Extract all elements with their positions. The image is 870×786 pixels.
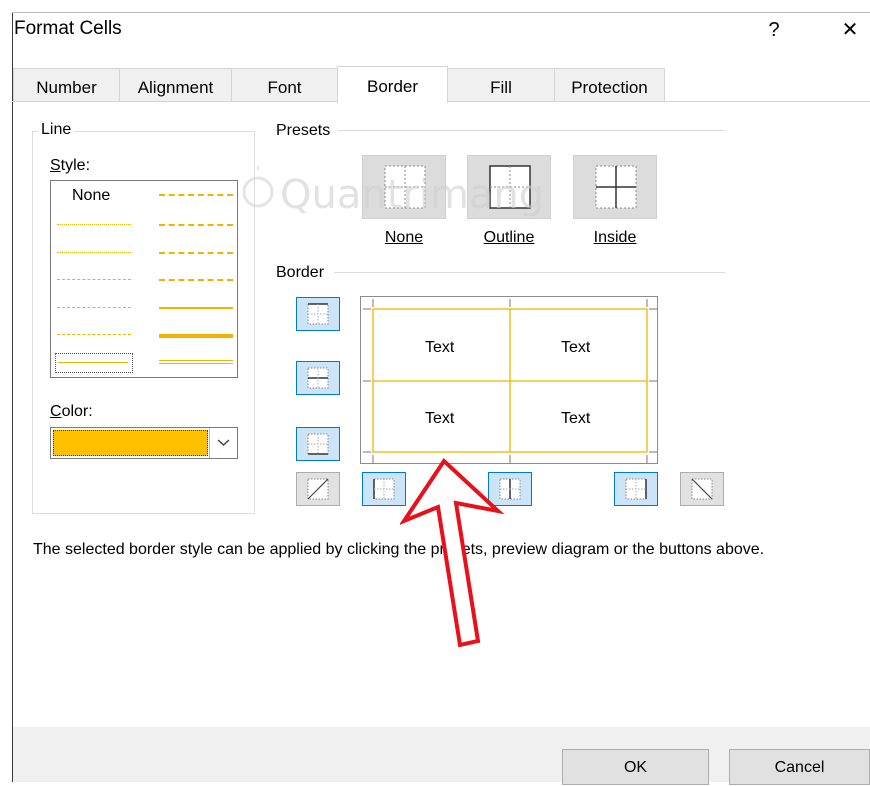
preview-text-2: Text	[561, 339, 591, 356]
style-dash-dot-thin[interactable]	[57, 307, 131, 308]
style-medium[interactable]	[159, 307, 233, 309]
style-medium-dash-dot[interactable]	[159, 252, 233, 254]
style-double[interactable]	[159, 360, 233, 364]
cancel-button[interactable]: Cancel	[729, 749, 870, 785]
border-right-button[interactable]	[614, 472, 658, 506]
border-left-icon	[373, 478, 395, 500]
diagonal-down-icon	[691, 478, 713, 500]
border-separator	[334, 272, 725, 273]
border-inside-horizontal-icon	[307, 367, 329, 389]
style-medium-dash-dot-dot[interactable]	[159, 194, 233, 196]
preset-none-button[interactable]	[362, 155, 446, 219]
preset-none-text: None	[384, 229, 424, 246]
preview-text-3: Text	[425, 410, 455, 427]
style-hair-dots[interactable]	[57, 224, 131, 225]
tab-font[interactable]: Font	[231, 68, 338, 101]
style-dashed-thin[interactable]	[57, 334, 131, 335]
tab-fill[interactable]: Fill	[447, 68, 555, 101]
tab-number[interactable]: Number	[13, 68, 120, 101]
tab-alignment[interactable]: Alignment	[119, 68, 232, 101]
border-top-button[interactable]	[296, 297, 340, 331]
style-slant-dash-dot[interactable]	[159, 224, 233, 226]
border-preview-diagram	[363, 299, 657, 463]
style-dash-dot-dot-thin[interactable]	[57, 279, 131, 280]
border-group-label: Border	[273, 264, 328, 282]
style-label-rest: tyle:	[60, 157, 91, 174]
style-thin-selected[interactable]	[55, 353, 133, 373]
border-diagonal-up-button[interactable]	[296, 472, 340, 506]
ok-button[interactable]: OK	[562, 749, 709, 785]
style-medium-dashed[interactable]	[159, 279, 233, 281]
preset-inside-label: Inside	[573, 229, 657, 247]
preset-outline-text: Outline	[483, 229, 535, 246]
preset-none-label: None	[362, 229, 446, 247]
preset-outline-button[interactable]	[467, 155, 551, 219]
dialog-top-edge	[12, 12, 870, 13]
dialog-title: Format Cells	[14, 18, 122, 39]
border-preview[interactable]	[360, 296, 658, 464]
close-button[interactable]: ✕	[833, 14, 867, 46]
border-bottom-icon	[307, 433, 329, 455]
preset-none-icon	[384, 165, 426, 209]
border-left-button[interactable]	[362, 472, 406, 506]
presets-separator	[338, 130, 725, 131]
style-label: Style:	[50, 157, 91, 174]
chevron-down-icon	[217, 439, 230, 446]
preset-inside-text: Inside	[593, 229, 637, 246]
preset-outline-label: Outline	[467, 229, 551, 247]
line-style-list[interactable]: None	[50, 180, 238, 378]
help-button[interactable]: ?	[757, 14, 791, 46]
border-diagonal-down-button[interactable]	[680, 472, 724, 506]
border-inside-horizontal-button[interactable]	[296, 361, 340, 395]
tab-border[interactable]: Border	[337, 66, 448, 103]
preset-inside-button[interactable]	[573, 155, 657, 219]
border-bottom-button[interactable]	[296, 427, 340, 461]
tab-protection[interactable]: Protection	[554, 68, 665, 101]
color-dropdown-button[interactable]	[209, 428, 237, 458]
color-swatch[interactable]	[53, 430, 208, 456]
preview-text-1: Text	[425, 339, 455, 356]
style-thin-line	[58, 362, 128, 363]
hint-text: The selected border style can be applied…	[33, 541, 765, 558]
style-thick[interactable]	[159, 334, 233, 338]
diagonal-up-icon	[307, 478, 329, 500]
preset-inside-icon	[595, 165, 637, 209]
color-label-rest: olor:	[61, 403, 93, 420]
color-label: Color:	[50, 403, 93, 420]
border-inside-vertical-icon	[499, 478, 521, 500]
preview-text-4: Text	[561, 410, 591, 427]
border-top-icon	[307, 303, 329, 325]
preset-outline-icon	[489, 165, 531, 209]
border-inside-vertical-button[interactable]	[488, 472, 532, 506]
line-group-label: Line	[38, 121, 75, 139]
style-none-option[interactable]: None	[72, 187, 110, 205]
style-dotted[interactable]	[57, 252, 131, 253]
presets-group-label: Presets	[273, 122, 334, 140]
format-cells-dialog: Format Cells ? ✕ Number Alignment Font F…	[0, 0, 870, 785]
border-right-icon	[625, 478, 647, 500]
